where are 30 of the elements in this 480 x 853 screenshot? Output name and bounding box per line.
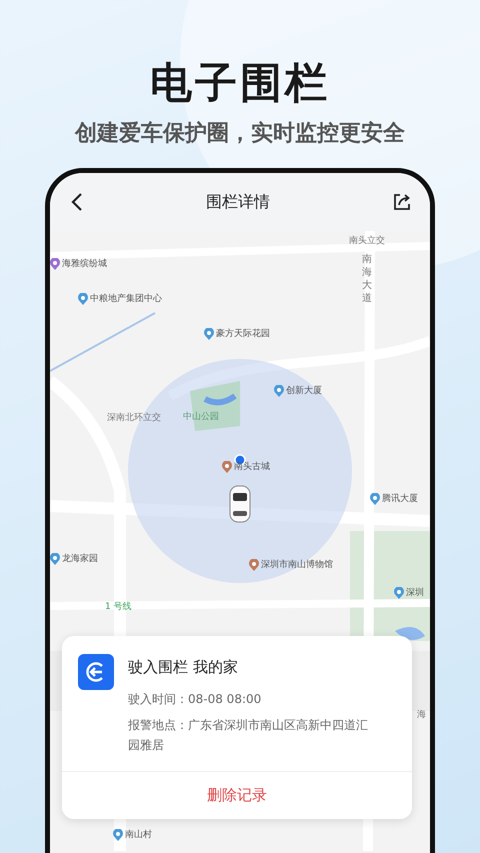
time-label: 驶入时间：	[128, 691, 188, 708]
road-label: 南海大道	[362, 253, 372, 305]
lake	[204, 394, 237, 406]
map-poi-label[interactable]: 南头古城	[222, 461, 270, 473]
subtitle: 创建爱车保护圈，实时监控更安全	[75, 120, 405, 148]
headline: 电子围栏	[150, 58, 330, 108]
road-label: 南头立交	[349, 235, 385, 247]
metro-line-label: 1 号线	[105, 601, 132, 613]
car-icon	[230, 486, 250, 522]
event-time: 08-08 08:00	[188, 691, 262, 708]
map-poi-label[interactable]: 深圳市南山博物馆	[249, 559, 333, 571]
park-area	[190, 381, 240, 431]
event-title: 驶入围栏 我的家	[128, 658, 239, 677]
map-poi-label[interactable]: 南山村	[113, 829, 152, 841]
road-label: 海	[417, 709, 426, 721]
enter-fence-icon	[78, 654, 114, 690]
nav-title: 围栏详情	[206, 192, 270, 212]
map-poi-label[interactable]: 海雅缤纷城	[50, 258, 107, 270]
map-poi-label[interactable]: 中粮地产集团中心	[78, 293, 162, 305]
delete-record-button[interactable]: 删除记录	[62, 771, 412, 819]
share-icon[interactable]	[392, 192, 412, 212]
map-poi-label[interactable]: 龙海家园	[50, 553, 98, 565]
park-label: 中山公园	[183, 411, 219, 423]
back-icon[interactable]	[70, 192, 84, 212]
map-poi-label[interactable]: 创新大厦	[274, 385, 322, 397]
road-label: 深南北环立交	[107, 412, 161, 424]
map-poi-label[interactable]: 深圳	[394, 587, 424, 599]
map-poi-label[interactable]: 腾讯大厦	[370, 493, 418, 505]
event-address: 报警地点：广东省深圳市南山区高新中四道汇园雅居	[128, 717, 369, 754]
map-poi-label[interactable]: 豪方天际花园	[204, 328, 270, 340]
